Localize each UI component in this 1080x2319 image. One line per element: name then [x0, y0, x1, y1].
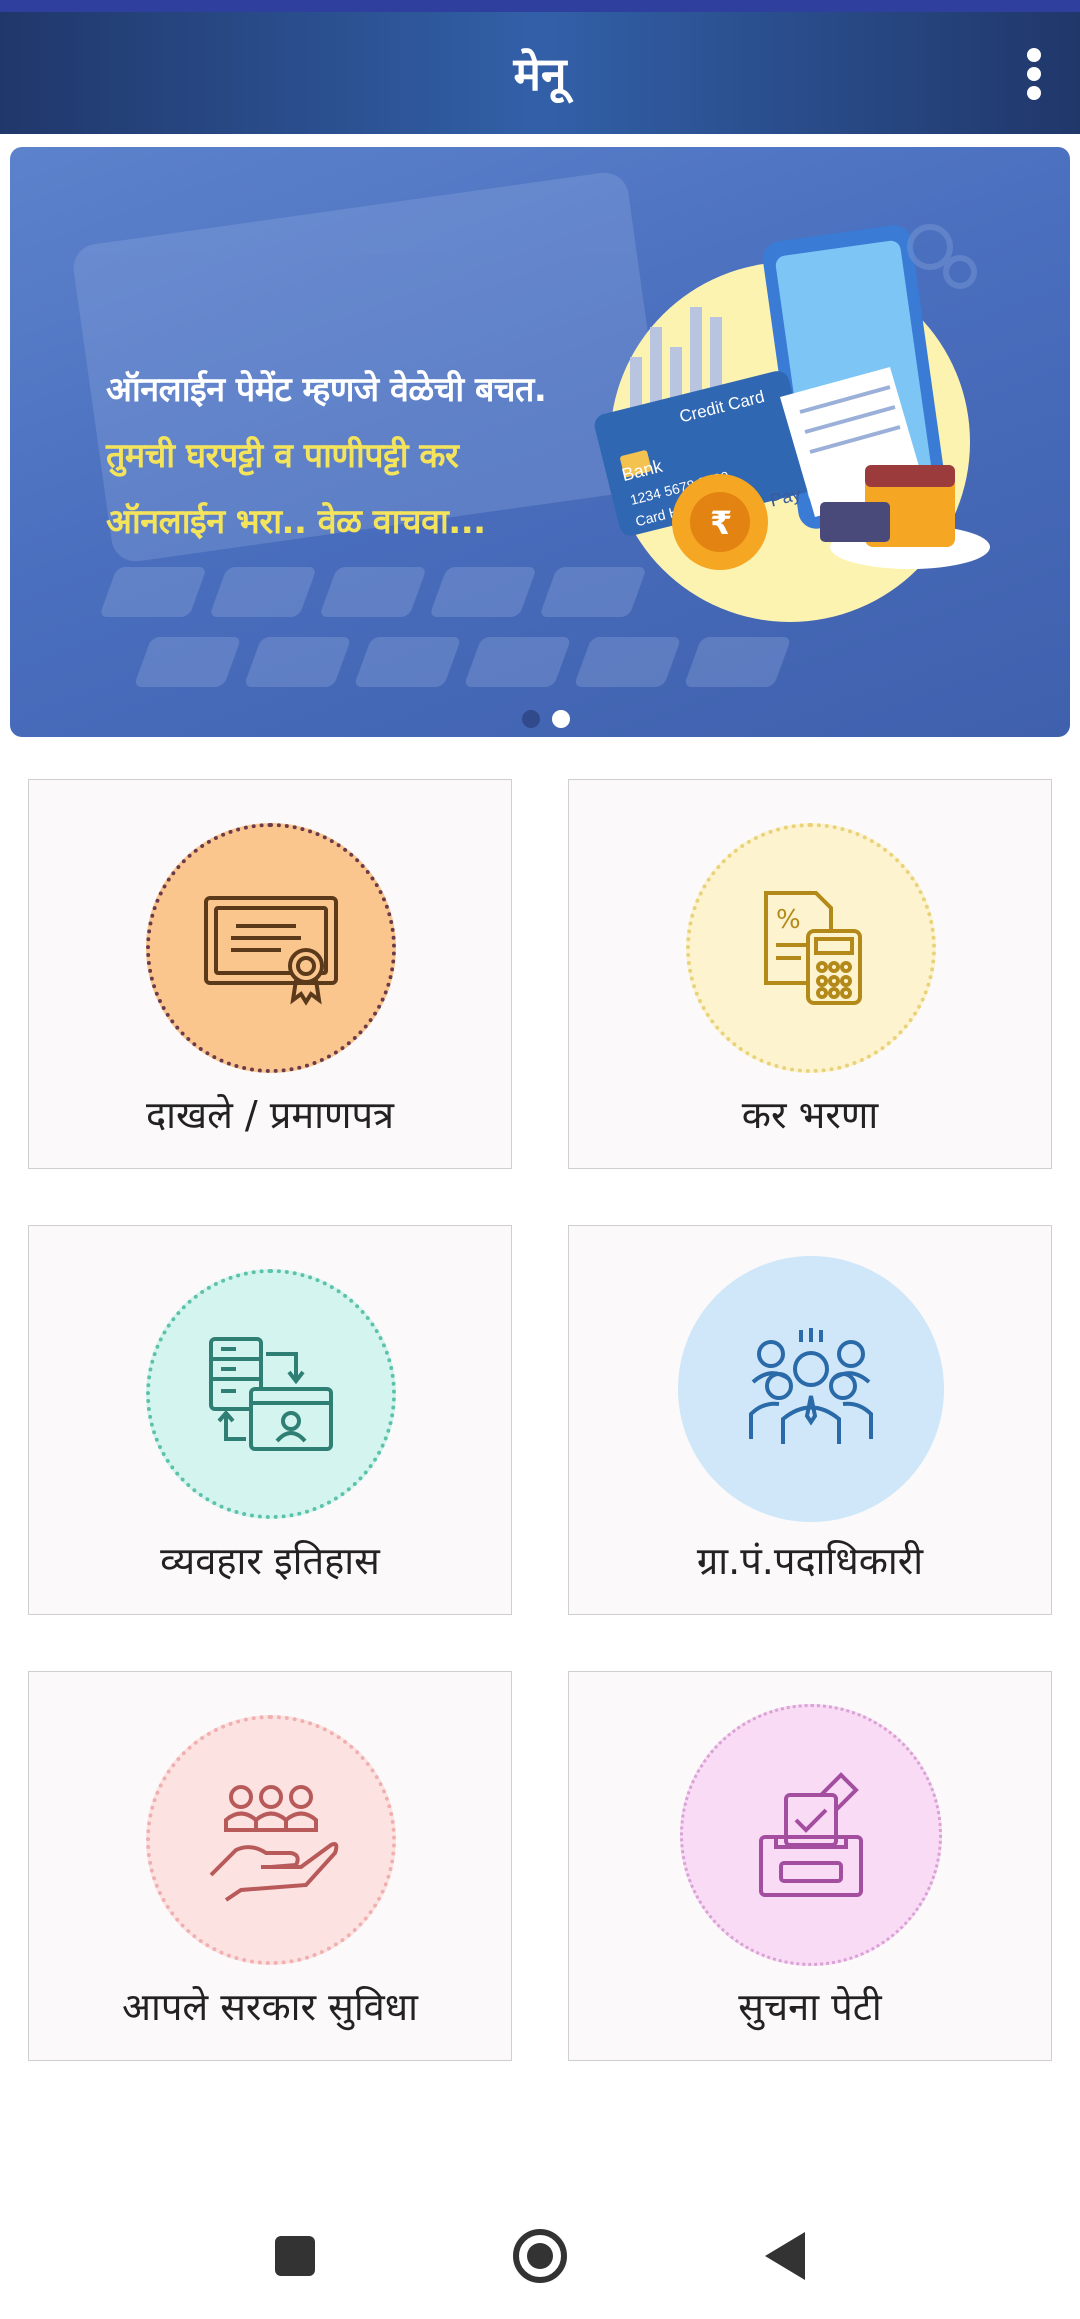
menu-item-label: ग्रा.पं.पदाधिकारी — [696, 1539, 924, 1583]
certificate-icon — [146, 823, 396, 1073]
home-icon[interactable] — [500, 2216, 580, 2296]
carousel-indicator — [522, 710, 570, 728]
citizen-services-icon — [146, 1715, 396, 1965]
carousel-dot-active[interactable] — [552, 710, 570, 728]
tax-calculator-icon: % — [686, 823, 936, 1073]
svg-text:%: % — [776, 905, 801, 935]
menu-item-label: दाखले / प्रमाणपत्र — [145, 1093, 395, 1137]
banner-subline-1: तुमची घरपट्टी व पाणीपट्टी कर — [106, 436, 459, 476]
promo-banner[interactable]: Bank Credit Card 1234 5678 9000 Card Hol… — [10, 147, 1070, 737]
officials-group-icon — [678, 1256, 944, 1522]
page-title: मेनू — [513, 47, 567, 101]
carousel-dot[interactable] — [522, 710, 540, 728]
transaction-history-icon — [146, 1269, 396, 1519]
more-vert-icon[interactable] — [1022, 48, 1046, 100]
cards-stack-icon — [820, 502, 890, 542]
menu-item-officials[interactable]: ग्रा.पं.पदाधिकारी — [568, 1225, 1052, 1615]
rupee-coin-icon: ₹ — [672, 474, 768, 570]
status-bar-strip — [0, 0, 1080, 12]
svg-text:₹: ₹ — [710, 504, 732, 542]
system-nav-bar — [0, 2190, 1080, 2319]
back-icon[interactable] — [745, 2216, 825, 2296]
gear-icon — [907, 224, 977, 289]
menu-item-tax-payment[interactable]: % कर भरणा — [568, 779, 1052, 1169]
banner-subline-2: ऑनलाईन भरा.. वेळ वाचवा... — [106, 502, 486, 542]
menu-item-transaction-history[interactable]: व्यवहार इतिहास — [28, 1225, 512, 1615]
suggestion-box-icon — [680, 1704, 942, 1966]
app-bar: मेनू — [0, 12, 1080, 134]
recents-icon[interactable] — [255, 2216, 335, 2296]
menu-item-label: कर भरणा — [741, 1093, 879, 1137]
menu-item-suggestion-box[interactable]: सुचना पेटी — [568, 1671, 1052, 2061]
banner-headline: ऑनलाईन पेमेंट म्हणजे वेळेची बचत. — [106, 370, 547, 410]
menu-item-citizen-services[interactable]: आपले सरकार सुविधा — [28, 1671, 512, 2061]
menu-item-label: आपले सरकार सुविधा — [121, 1985, 418, 2029]
menu-item-label: सुचना पेटी — [738, 1985, 882, 2029]
menu-item-certificates[interactable]: दाखले / प्रमाणपत्र — [28, 779, 512, 1169]
menu-item-label: व्यवहार इतिहास — [160, 1539, 380, 1583]
